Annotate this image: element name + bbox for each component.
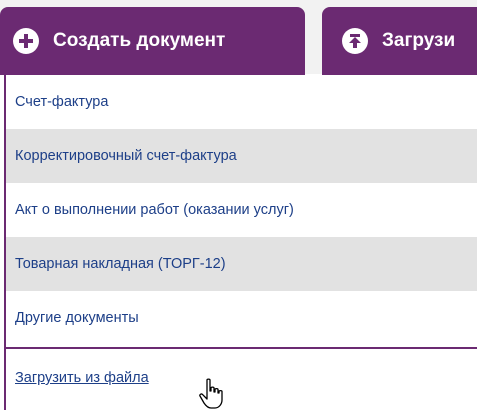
plus-circle-icon — [13, 28, 39, 54]
tab-create-document-label: Создать документ — [53, 30, 226, 51]
upload-from-file-label: Загрузить из файла — [15, 370, 149, 386]
hand-pointer-icon — [199, 378, 223, 409]
menu-item-waybill[interactable]: Товарная накладная (ТОРГ-12) — [6, 237, 477, 291]
create-document-menu: Счет-фактура Корректировочный счет-факту… — [4, 75, 477, 410]
upload-circle-icon — [342, 28, 368, 54]
menu-item-corrective-invoice[interactable]: Корректировочный счет-фактура — [6, 129, 477, 183]
tab-upload[interactable]: Загрузи — [322, 7, 477, 75]
menu-item-work-act[interactable]: Акт о выполнении работ (оказании услуг) — [6, 183, 477, 237]
upload-from-file-link[interactable]: Загрузить из файла — [6, 349, 477, 407]
tab-create-document[interactable]: Создать документ — [0, 7, 305, 75]
menu-item-other-documents[interactable]: Другие документы — [6, 291, 477, 345]
tab-upload-label: Загрузи — [382, 30, 456, 51]
menu-item-invoice[interactable]: Счет-фактура — [6, 75, 477, 129]
